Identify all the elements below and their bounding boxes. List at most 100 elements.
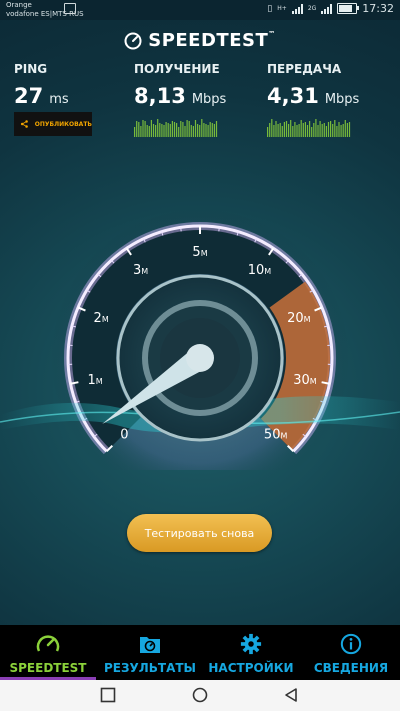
graph-bar: [136, 121, 138, 137]
graph-bar: [197, 124, 199, 137]
graph-bar: [304, 122, 306, 137]
graph-bar: [325, 126, 327, 137]
back-icon[interactable]: [283, 687, 299, 703]
clock: 17:32: [362, 2, 394, 15]
graph-bar: [311, 127, 313, 137]
graph-bar: [180, 121, 182, 137]
graph-bar: [176, 123, 178, 137]
graph-bar: [167, 123, 169, 137]
share-label: ОПУБЛИКОВАТЬ: [34, 120, 92, 128]
home-icon[interactable]: [192, 687, 208, 703]
graph-bar: [317, 125, 319, 137]
graph-bar: [306, 125, 309, 137]
system-navigation-bar: [0, 680, 400, 711]
graph-bar: [294, 122, 296, 137]
graph-bar: [334, 120, 336, 137]
graph-bar: [323, 123, 325, 137]
graph-bar: [300, 120, 302, 137]
graph-bar: [182, 122, 184, 137]
graph-bar: [209, 122, 211, 137]
nav-results[interactable]: РЕЗУЛЬТАТЫ: [98, 625, 202, 680]
graph-bar: [213, 124, 215, 137]
recent-apps-icon[interactable]: [100, 687, 116, 703]
graph-bar: [348, 122, 351, 137]
image-icon: [64, 3, 76, 14]
vibrate-icon: ▯: [267, 3, 273, 14]
graph-bar: [346, 123, 348, 137]
graph-bar: [192, 126, 194, 137]
needle-hub: [186, 344, 214, 372]
graph-bar: [190, 125, 192, 137]
share-button[interactable]: ОПУБЛИКОВАТЬ: [14, 112, 92, 136]
graph-bar: [273, 125, 275, 137]
graph-bar: [194, 120, 197, 137]
graph-bar: [205, 124, 207, 137]
nav-speedtest[interactable]: SPEEDTEST: [0, 625, 96, 680]
download-label: ПОЛУЧЕНИЕ: [134, 62, 220, 76]
network-type-2: 2G: [307, 4, 317, 12]
signal-icon-2: [321, 3, 333, 14]
graph-bar: [288, 124, 290, 137]
graph-bar: [313, 123, 315, 137]
bottom-navigation: SPEEDTEST РЕЗУЛЬТАТЫ НАСТРОЙКИ СВЕДЕНИЯ: [0, 625, 400, 680]
graph-bar: [332, 124, 334, 137]
graph-bar: [171, 121, 173, 137]
ping-value: 27 ms: [14, 84, 69, 108]
upload-graph: [267, 119, 351, 137]
upload-label: ПЕРЕДАЧА: [267, 62, 342, 76]
graph-bar: [338, 122, 340, 137]
gear-icon: [240, 633, 262, 655]
gauge-minor-tick: [180, 227, 182, 232]
download-graph: [134, 119, 218, 137]
upload-value: 4,31 Mbps: [267, 84, 360, 108]
speedtest-logo: SPEEDTEST™: [0, 30, 400, 51]
graph-bar: [330, 121, 332, 137]
graph-bar: [296, 125, 298, 137]
graph-bar: [165, 122, 167, 137]
retest-button[interactable]: Тестировать снова: [127, 514, 272, 552]
graph-bar: [267, 127, 269, 137]
results-folder-icon: [140, 637, 160, 653]
graph-bar: [140, 126, 142, 137]
signal-icon: [291, 3, 303, 14]
graph-bar: [344, 120, 346, 137]
nav-about[interactable]: СВЕДЕНИЯ: [302, 625, 400, 680]
graph-bar: [144, 121, 146, 137]
graph-bar: [290, 120, 292, 137]
graph-bar: [298, 124, 300, 137]
graph-bar: [283, 122, 285, 137]
gauge-label: 0: [120, 428, 128, 443]
battery-icon: [337, 3, 360, 14]
info-icon: [340, 633, 362, 655]
graph-bar: [327, 122, 330, 137]
graph-bar: [152, 124, 155, 137]
graph-bar: [146, 125, 148, 137]
brand-title: SPEEDTEST™: [148, 30, 276, 51]
graph-bar: [215, 121, 218, 137]
graph-bar: [186, 120, 188, 137]
nav-label: РЕЗУЛЬТАТЫ: [104, 661, 196, 675]
graph-bar: [138, 122, 140, 137]
speedometer-logo-icon: [124, 32, 142, 49]
graph-bar: [184, 126, 186, 137]
graph-bar: [336, 126, 338, 137]
operator-primary: Orange: [6, 1, 32, 9]
graph-bar: [148, 126, 150, 137]
graph-bar: [155, 125, 157, 137]
graph-bar: [203, 123, 205, 137]
status-bar: Orange vodafone ES|MTS RUS ▯ H+ 2G 17:32: [0, 0, 400, 20]
graph-bar: [271, 119, 273, 137]
graph-bar: [201, 119, 203, 137]
nav-label: СВЕДЕНИЯ: [313, 661, 389, 675]
graph-bar: [302, 123, 304, 137]
graph-bar: [199, 125, 201, 137]
graph-bar: [277, 124, 279, 137]
nav-settings[interactable]: НАСТРОЙКИ: [205, 625, 297, 680]
graph-bar: [319, 121, 321, 137]
gauge-minor-tick: [218, 227, 220, 232]
graph-bar: [342, 124, 344, 137]
graph-bar: [207, 125, 209, 137]
graph-bar: [275, 121, 277, 137]
graph-bar: [159, 123, 161, 137]
speed-gauge: 01M2M3M5M10M20M30M50M: [0, 208, 400, 470]
